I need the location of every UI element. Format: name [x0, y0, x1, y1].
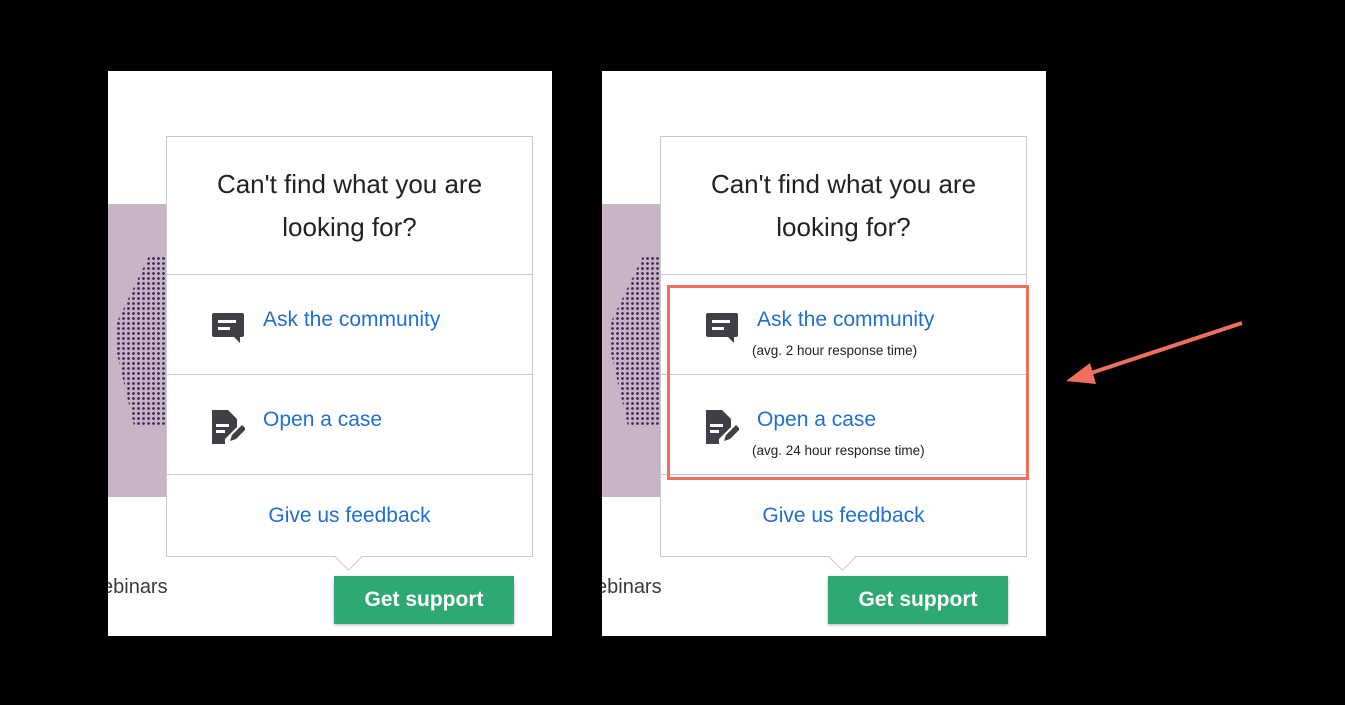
annotation-arrow-icon — [1066, 321, 1243, 384]
